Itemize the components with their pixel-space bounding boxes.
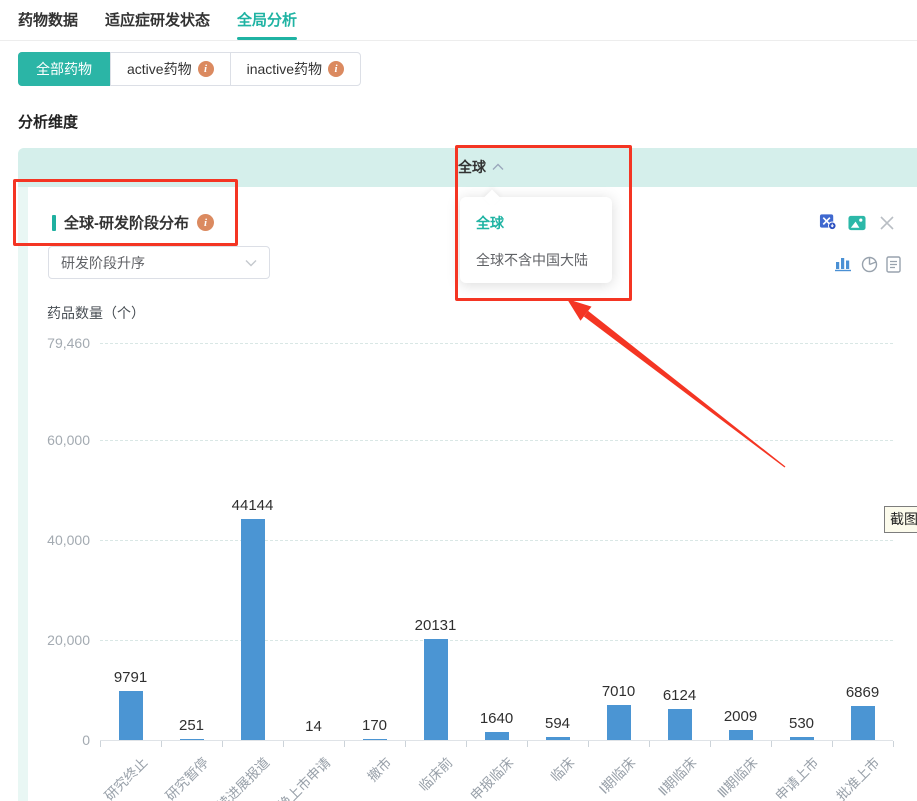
info-icon[interactable]: i [328, 61, 344, 77]
title-marker [52, 215, 56, 231]
gridline [100, 440, 893, 441]
gridline [100, 540, 893, 541]
scope-dropdown-menu: 全球 全球不含中国大陆 [460, 197, 612, 283]
bar-value-label: 530 [757, 715, 847, 732]
bar[interactable] [119, 691, 143, 740]
y-axis-tick-label: 79,460 [18, 335, 90, 351]
bar-value-label: 6124 [635, 687, 725, 704]
scope-banner: 全球 [18, 148, 917, 187]
chevron-down-icon [245, 259, 257, 267]
filter-active-label: active药物 [127, 59, 192, 79]
scope-option-global-excl-china[interactable]: 全球不含中国大陆 [460, 250, 612, 270]
bar[interactable] [363, 739, 387, 740]
filter-active-drugs[interactable]: active药物 i [110, 53, 230, 85]
axis-tick [527, 741, 528, 747]
sort-order-select[interactable]: 研发阶段升序 [48, 246, 270, 279]
bar-chart-view-icon[interactable] [834, 255, 852, 273]
y-axis-tick-label: 40,000 [18, 532, 90, 548]
axis-tick [466, 741, 467, 747]
bar-value-label: 6869 [818, 684, 908, 701]
y-axis-tick-label: 0 [18, 732, 90, 748]
axis-tick [771, 741, 772, 747]
pie-chart-view-icon[interactable] [860, 255, 878, 273]
bar[interactable] [546, 737, 570, 740]
scope-selected-label: 全球 [458, 157, 486, 177]
y-axis-tick-label: 20,000 [18, 632, 90, 648]
bar[interactable] [485, 732, 509, 740]
gridline [100, 640, 893, 641]
bar[interactable] [790, 737, 814, 740]
x-axis-line [100, 740, 893, 741]
bar-value-label: 9791 [86, 669, 176, 686]
page: 药物数据 适应症研发状态 全局分析 全部药物 active药物 i inacti… [0, 0, 917, 801]
top-tab-bar: 药物数据 适应症研发状态 全局分析 [0, 0, 917, 41]
excel-export-icon[interactable] [819, 213, 837, 231]
scope-dropdown-trigger[interactable]: 全球 [458, 157, 504, 177]
bar[interactable] [729, 730, 753, 740]
info-icon[interactable]: i [197, 214, 214, 231]
chart-title: 全球-研发阶段分布 [64, 212, 189, 233]
bar[interactable] [424, 639, 448, 740]
save-image-icon[interactable] [848, 214, 866, 232]
axis-tick [161, 741, 162, 747]
chevron-up-icon [492, 163, 504, 171]
data-view-icon[interactable] [884, 255, 902, 273]
scope-option-global[interactable]: 全球 [460, 213, 612, 233]
close-icon[interactable] [878, 214, 896, 232]
bar[interactable] [607, 705, 631, 740]
y-axis-title: 药品数量（个） [47, 303, 145, 323]
filter-inactive-label: inactive药物 [247, 59, 322, 79]
bar-value-label: 251 [147, 717, 237, 734]
axis-tick [405, 741, 406, 747]
bar[interactable] [668, 709, 692, 740]
axis-tick [649, 741, 650, 747]
tab-indication-status[interactable]: 适应症研发状态 [105, 9, 210, 30]
sort-order-value: 研发阶段升序 [61, 253, 145, 273]
bar[interactable] [851, 706, 875, 740]
bar[interactable] [180, 739, 204, 740]
axis-tick [344, 741, 345, 747]
drug-filter-group: 全部药物 active药物 i inactive药物 i [18, 52, 361, 86]
tab-global-analysis[interactable]: 全局分析 [237, 9, 297, 30]
axis-tick [283, 741, 284, 747]
axis-tick [832, 741, 833, 747]
filter-inactive-drugs[interactable]: inactive药物 i [230, 53, 360, 85]
axis-tick [588, 741, 589, 747]
axis-tick [222, 741, 223, 747]
filter-all-drugs[interactable]: 全部药物 [18, 52, 110, 86]
info-icon[interactable]: i [198, 61, 214, 77]
bar-value-label: 44144 [208, 497, 298, 514]
axis-tick [893, 741, 894, 747]
bar[interactable] [241, 519, 265, 740]
gridline [100, 343, 893, 344]
section-title: 分析维度 [18, 111, 78, 132]
filter-all-label: 全部药物 [36, 59, 92, 79]
snip-tooltip: 截图 [884, 506, 917, 533]
y-axis-tick-label: 60,000 [18, 432, 90, 448]
chart-card-header: 全球-研发阶段分布 i [52, 212, 214, 233]
bar-value-label: 20131 [391, 617, 481, 634]
bar-value-label: 594 [513, 715, 603, 732]
axis-tick [710, 741, 711, 747]
axis-tick [100, 741, 101, 747]
tab-drug-data[interactable]: 药物数据 [18, 9, 78, 30]
bar-value-label: 170 [330, 717, 420, 734]
